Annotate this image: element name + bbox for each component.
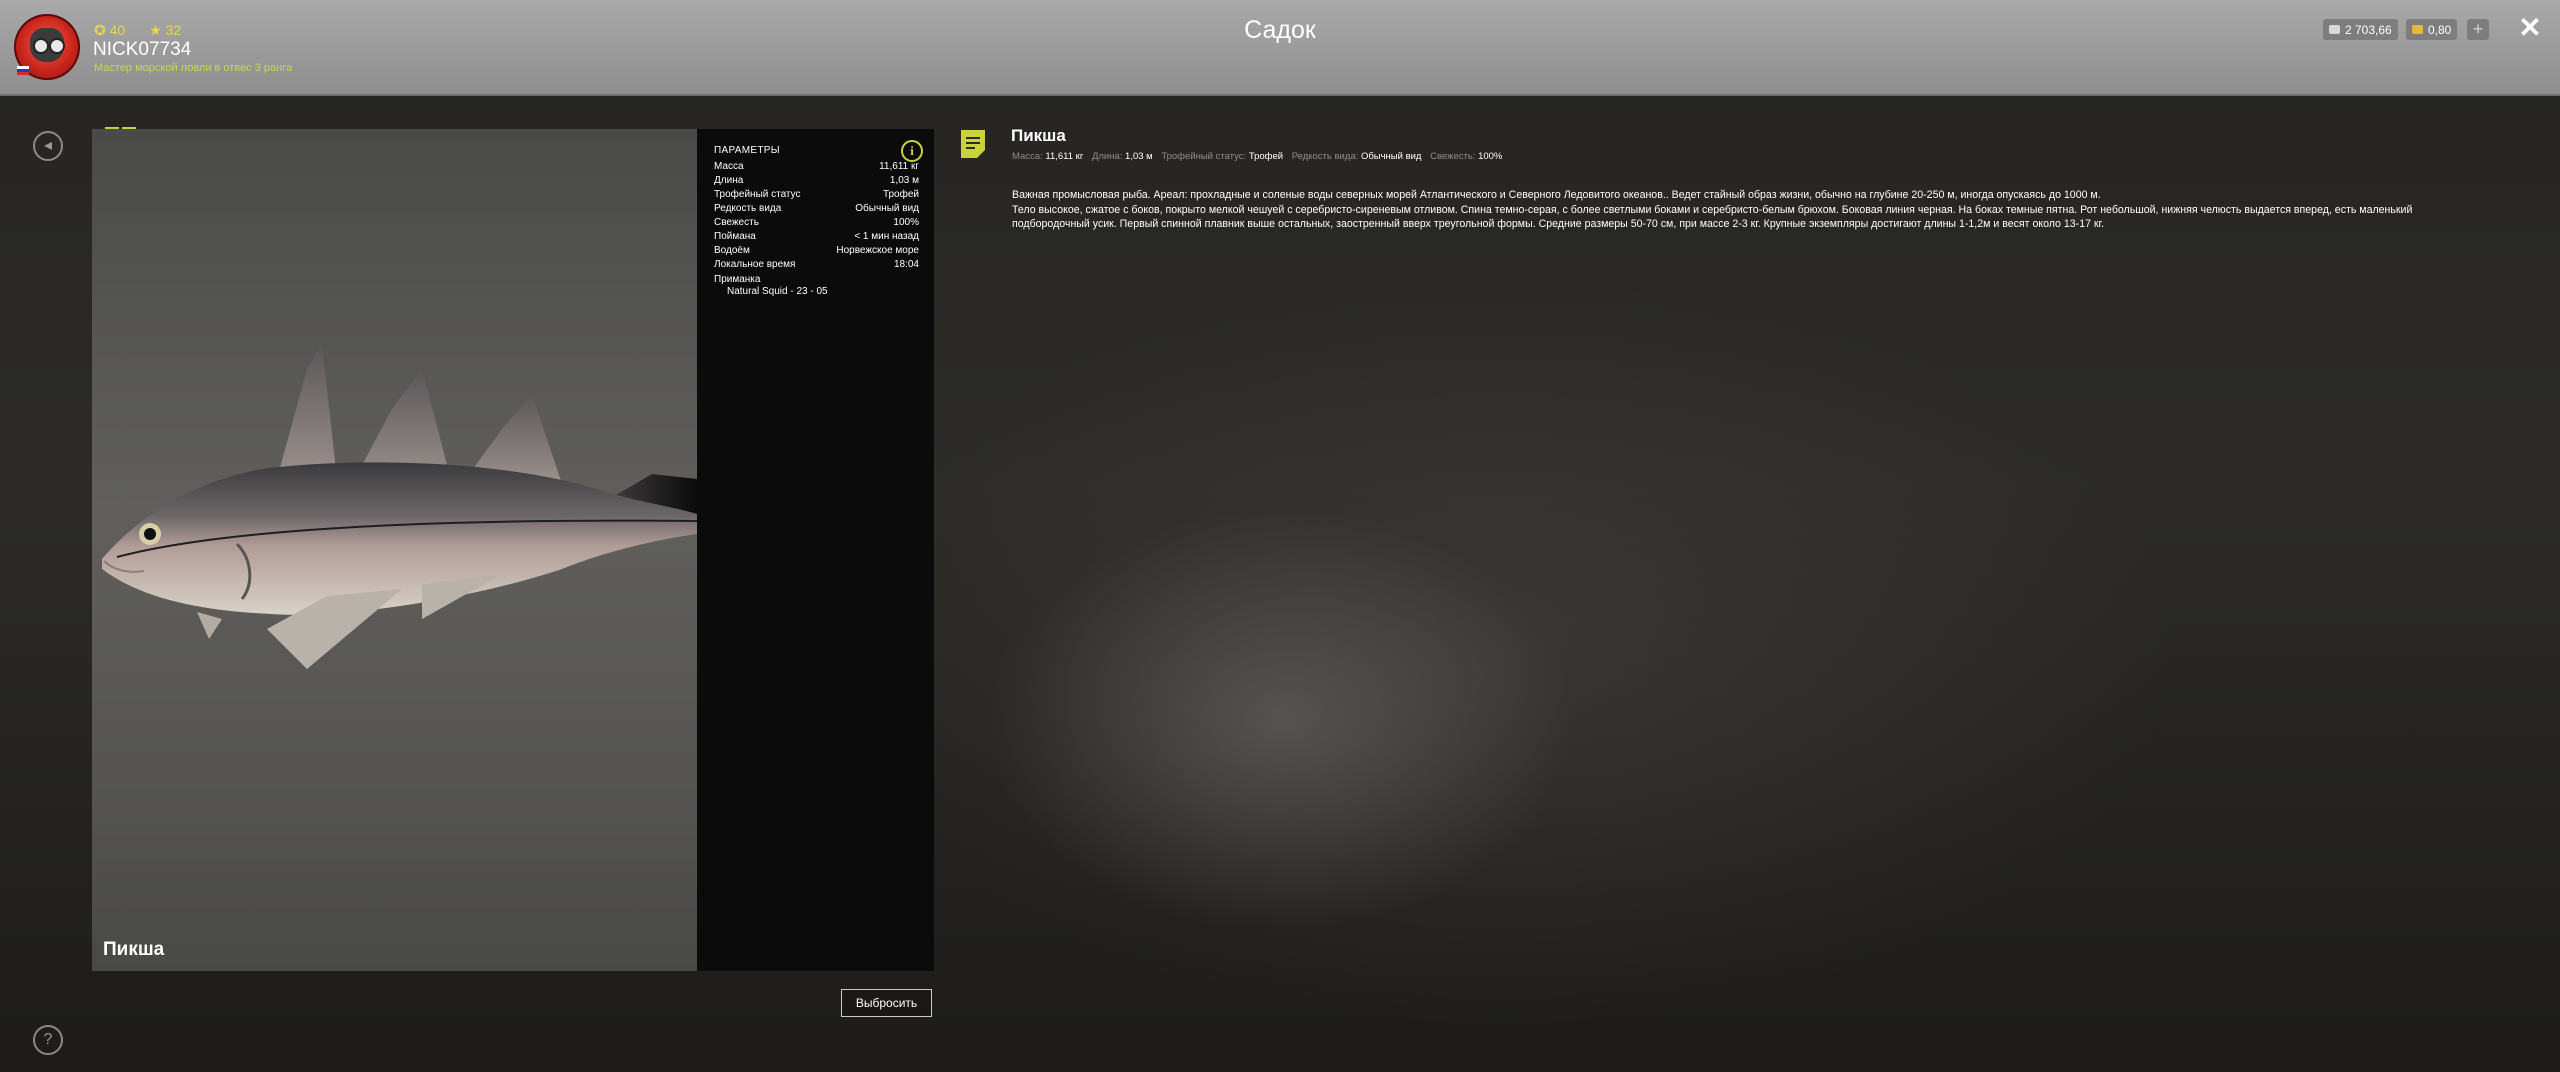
meta-label: Длина: <box>1091 151 1123 162</box>
description-paragraph: Тело высокое, сжатое с боков, покрыто ме… <box>1012 203 2413 231</box>
parameters-header: ПАРАМЕТРЫ <box>714 145 780 156</box>
silver-balance: 2 703,66 <box>2323 19 2398 40</box>
param-row: Длина 1,03 м <box>714 175 919 186</box>
gold-balance-value: 0,80 <box>2428 22 2452 37</box>
param-label: Трофейный статус <box>714 189 801 200</box>
player-rank: Мастер морской ловли в отвес 3 ранга <box>94 62 293 74</box>
country-flag-icon <box>17 66 29 75</box>
player-level: 40 <box>109 22 126 38</box>
silver-coins-icon <box>2329 25 2340 34</box>
param-value: 100% <box>893 217 919 228</box>
meta-value: Обычный вид <box>1360 151 1422 162</box>
param-label: Масса <box>714 161 744 172</box>
avatar-eye-left <box>33 38 49 54</box>
param-row: Поймана < 1 мин назад <box>714 231 919 242</box>
bait-value: Natural Squid - 23 - 05 <box>727 286 828 297</box>
param-value: 1,03 м <box>889 175 919 186</box>
player-stars: 32 <box>165 22 182 38</box>
param-label: Длина <box>714 175 744 186</box>
sound-toggle-icon[interactable]: ◂ <box>33 131 63 161</box>
top-bar: ✪ 40 ★ 32 NICK07734 Мастер морской ловли… <box>0 0 2560 96</box>
fish-photo: Пикша <box>92 129 697 971</box>
avatar-eye-right <box>49 38 65 54</box>
meta-value: 11,611 кг <box>1045 151 1084 162</box>
param-row: Редкость вида Обычный вид <box>714 203 919 214</box>
param-row: Локальное время 18:04 <box>714 259 919 270</box>
param-value: < 1 мин назад <box>854 231 919 242</box>
param-value: Обычный вид <box>855 203 919 214</box>
param-label: Локальное время <box>714 259 796 270</box>
description-title: Пикша <box>1011 126 1066 145</box>
level-indicator: ✪ 40 <box>94 22 126 38</box>
param-row: Свежесть 100% <box>714 217 919 228</box>
description-meta: Масса: 11,611 кг Длина: 1,03 м Трофейный… <box>1012 151 1508 162</box>
param-row: Масса 11,611 кг <box>714 161 919 172</box>
param-value: Норвежское море <box>836 245 919 256</box>
meta-value: 1,03 м <box>1125 151 1153 162</box>
discard-button[interactable]: Выбросить <box>841 989 932 1017</box>
fish-image <box>102 344 697 669</box>
page-title: Садок <box>1244 16 1316 44</box>
param-value: 18:04 <box>893 259 919 270</box>
info-icon[interactable]: i <box>901 140 923 162</box>
param-label: Поймана <box>714 231 756 242</box>
param-label: Свежесть <box>714 217 759 228</box>
meta-label: Редкость вида: <box>1291 151 1359 162</box>
gold-balance: 0,80 <box>2406 19 2458 40</box>
meta-label: Масса: <box>1012 151 1043 162</box>
gold-coins-icon <box>2412 25 2423 34</box>
add-currency-button[interactable]: + <box>2467 19 2489 40</box>
param-value: 11,611 кг <box>879 161 919 172</box>
player-stats: ✪ 40 ★ 32 <box>94 22 201 39</box>
player-name: NICK07734 <box>93 39 192 60</box>
param-row: Трофейный статус Трофей <box>714 189 919 200</box>
description-paragraph: Важная промысловая рыба. Ареал: прохладн… <box>1012 189 2101 201</box>
description-text: Важная промысловая рыба. Ареал: прохладн… <box>1012 188 2482 232</box>
description-note-icon <box>961 130 985 158</box>
meta-value: 100% <box>1478 151 1503 162</box>
fish-parameters-panel: ПАРАМЕТРЫ i Масса 11,611 кг Длина 1,03 м Т… <box>697 129 934 971</box>
silver-balance-value: 2 703,66 <box>2345 22 2392 37</box>
meta-label: Трофейный статус: <box>1161 151 1247 162</box>
photo-fish-name: Пикша <box>103 939 165 960</box>
param-value: Трофей <box>882 189 919 200</box>
param-label: Редкость вида <box>714 203 782 214</box>
close-icon[interactable]: ✕ <box>2516 14 2544 42</box>
meta-value: Трофей <box>1248 151 1284 162</box>
stars-indicator: ★ 32 <box>149 22 182 38</box>
param-row: Водоём Норвежское море <box>714 245 919 256</box>
param-label: Водоём <box>714 245 750 256</box>
help-icon[interactable]: ? <box>33 1025 63 1055</box>
meta-label: Свежесть: <box>1430 151 1476 162</box>
bait-label: Приманка <box>714 274 761 285</box>
